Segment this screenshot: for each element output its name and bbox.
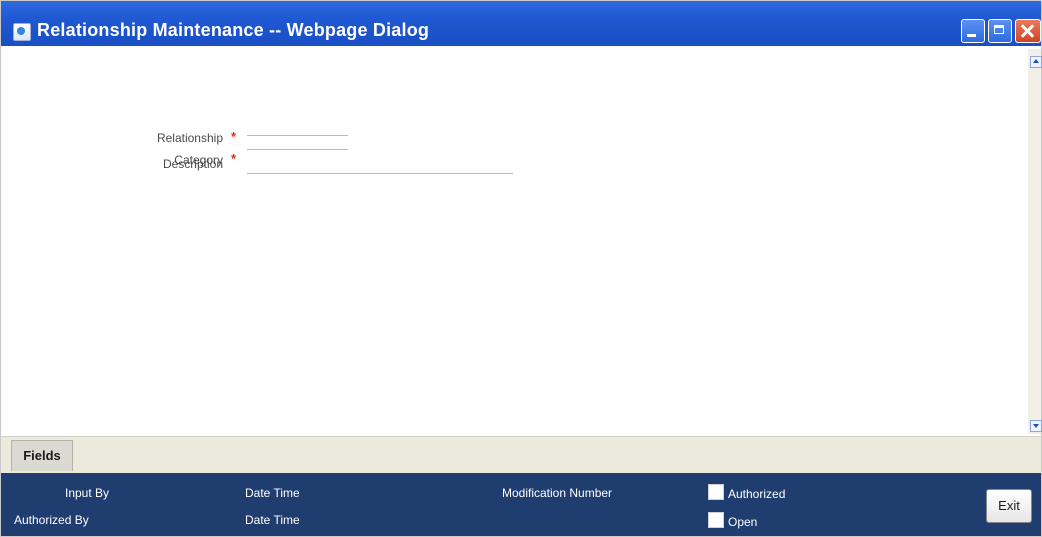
required-marker: *: [231, 151, 237, 166]
exit-button[interactable]: Exit: [986, 489, 1032, 523]
dialog-window: Relationship Maintenance -- Webpage Dial…: [0, 0, 1042, 537]
relationship-label: Relationship: [156, 131, 223, 145]
description-label: Description: [162, 157, 223, 171]
date-time-label: Date Time: [245, 486, 300, 500]
authorized-checkbox[interactable]: [708, 484, 724, 500]
required-marker: *: [231, 129, 237, 144]
vertical-scrollbar[interactable]: [1028, 49, 1041, 434]
tab-strip: [1, 436, 1041, 473]
title-bar[interactable]: Relationship Maintenance -- Webpage Dial…: [1, 1, 1041, 46]
tab-fields[interactable]: Fields: [11, 440, 73, 471]
scroll-up-icon[interactable]: [1030, 56, 1042, 68]
open-label: Open: [728, 515, 758, 529]
window-title: Relationship Maintenance -- Webpage Dial…: [37, 20, 430, 40]
ie-page-icon: [13, 23, 31, 41]
scroll-down-icon[interactable]: [1030, 420, 1042, 432]
date-time-label: Date Time: [245, 513, 300, 527]
close-icon[interactable]: [1015, 19, 1041, 43]
authorized-by-label: Authorized By: [14, 513, 89, 527]
audit-footer: [1, 473, 1041, 536]
category-input[interactable]: [247, 131, 348, 150]
form-area: [1, 46, 1041, 436]
minimize-icon[interactable]: [961, 19, 985, 43]
maximize-icon[interactable]: [988, 19, 1012, 43]
authorized-label: Authorized: [728, 487, 786, 501]
open-checkbox[interactable]: [708, 512, 724, 528]
modification-number-label: Modification Number: [502, 486, 613, 500]
description-input[interactable]: [247, 155, 513, 174]
input-by-label: Input By: [65, 486, 110, 500]
